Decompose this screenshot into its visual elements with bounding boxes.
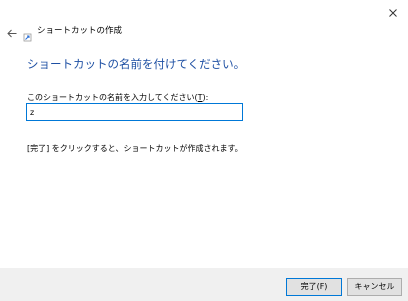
shortcut-name-label: このショートカットの名前を入力してください(T): <box>27 92 208 103</box>
label-prefix: このショートカットの名前を入力してください( <box>27 93 198 102</box>
finish-button[interactable]: 完了(F) <box>286 278 342 296</box>
back-arrow-icon <box>7 23 17 42</box>
back-button[interactable] <box>3 23 21 41</box>
shortcut-icon <box>23 27 32 42</box>
label-suffix: ): <box>202 93 209 102</box>
close-icon <box>389 2 397 21</box>
cancel-button[interactable]: キャンセル <box>347 278 402 296</box>
finish-note: [完了] をクリックすると、ショートカットが作成されます。 <box>27 144 243 153</box>
page-heading: ショートカットの名前を付けてください。 <box>27 57 246 71</box>
wizard-title: ショートカットの作成 <box>37 26 123 36</box>
create-shortcut-dialog: ショートカットの作成 ショートカットの名前を付けてください。 このショートカット… <box>0 0 408 301</box>
close-button[interactable] <box>378 0 408 22</box>
shortcut-name-input[interactable] <box>26 103 243 121</box>
